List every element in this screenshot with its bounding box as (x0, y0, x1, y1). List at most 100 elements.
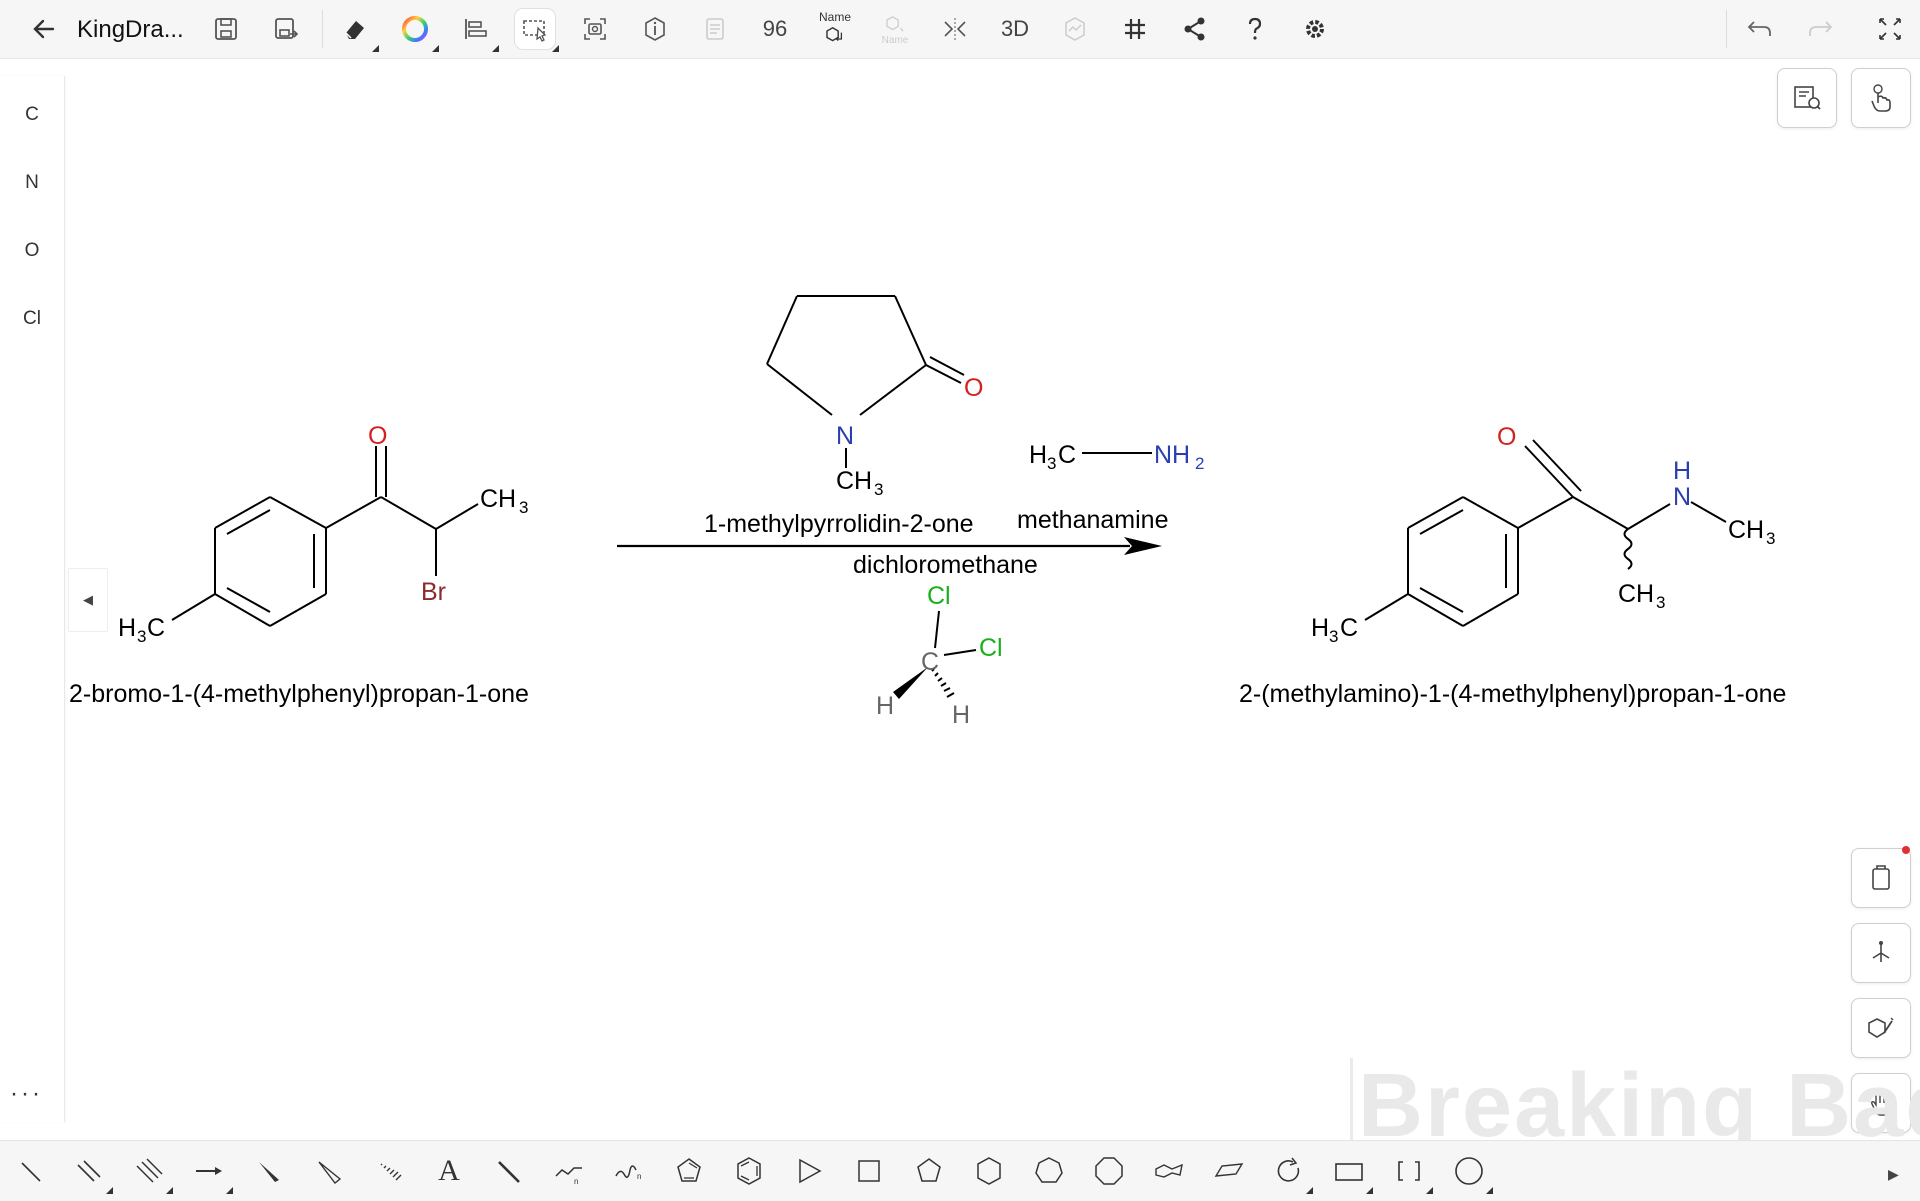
octagon-tool[interactable] (1089, 1151, 1129, 1191)
hexagon-tool[interactable] (969, 1151, 1009, 1191)
nmp-nitrogen: N (836, 422, 854, 450)
svg-text:n: n (574, 1177, 578, 1186)
product-ch3-sub: 3 (1656, 593, 1665, 612)
product-oxygen: O (1497, 423, 1516, 451)
drawing-canvas[interactable]: O Br CH 3 H 3 C 2-bromo-1-(4-methylpheny… (0, 0, 1920, 1200)
amine-name: methanamine (1017, 506, 1168, 534)
fragment-icon (1872, 941, 1890, 962)
double-bond-tool[interactable] (69, 1151, 113, 1194)
chair-conformation-icon (1155, 1163, 1183, 1178)
touch-mode-button[interactable] (1851, 68, 1911, 128)
amine-h3c-h: H (1029, 441, 1047, 469)
reactant-h3c-sub: 3 (137, 627, 146, 646)
product-name: 2-(methylamino)-1-(4-methylphenyl)propan… (1239, 680, 1786, 708)
amine-h3c-c: C (1058, 441, 1076, 469)
chain-tool[interactable]: n (549, 1151, 589, 1191)
bold-bond-tool[interactable] (489, 1151, 529, 1191)
product-nch3-sub: 3 (1766, 529, 1775, 548)
hash-bond-tool[interactable] (369, 1151, 409, 1191)
pentagon-icon (917, 1158, 941, 1182)
triple-bond-icon (136, 1158, 163, 1183)
single-bond-tool[interactable] (11, 1151, 51, 1191)
bottom-toolbar: A n n (0, 1140, 1920, 1201)
product-structure (1364, 439, 1727, 627)
hollow-wedge-icon (318, 1161, 342, 1184)
nmp-ch3-sub: 3 (874, 480, 883, 499)
reactant-bromine: Br (421, 578, 446, 606)
product-nch3-ch: CH (1728, 516, 1764, 544)
triple-bond-tool[interactable] (129, 1151, 173, 1194)
library-search-button[interactable] (1777, 68, 1837, 128)
octagon-icon (1095, 1157, 1123, 1185)
square-tool[interactable] (849, 1151, 889, 1191)
rectangle-icon (1335, 1163, 1363, 1181)
text-a-icon: A (438, 1154, 460, 1187)
benzene-tool[interactable] (729, 1151, 769, 1191)
curve-icon: n (615, 1165, 641, 1181)
dcm-carbon: C (921, 648, 939, 676)
nmp-oxygen: O (964, 374, 983, 402)
dcm-structure (934, 610, 977, 656)
chair-tool[interactable] (1149, 1151, 1189, 1191)
hash-bond-icon (380, 1163, 402, 1181)
nmp-name: 1-methylpyrrolidin-2-one (704, 510, 974, 538)
text-tool[interactable]: A (429, 1151, 469, 1191)
reactant-oxygen: O (368, 422, 387, 450)
ring-tool-button[interactable] (1851, 998, 1911, 1058)
amine-h3c-sub: 3 (1047, 454, 1056, 473)
cyclopentadiene-tool[interactable] (669, 1151, 709, 1191)
reactant-h3c-c: C (147, 614, 165, 642)
pentagon-tool[interactable] (909, 1151, 949, 1191)
arrow-tool[interactable] (189, 1151, 233, 1194)
solvent-name: dichloromethane (853, 551, 1038, 579)
product-amine-h: H (1673, 457, 1691, 485)
rotate-tool[interactable] (1269, 1151, 1313, 1194)
nmp-structure (766, 295, 965, 468)
reactant-name: 2-bromo-1-(4-methylphenyl)propan-1-one (69, 680, 529, 708)
bracket-tool[interactable] (1389, 1151, 1433, 1194)
hexagon-pencil-icon (1868, 1017, 1894, 1038)
product-h3c-h: H (1311, 614, 1329, 642)
product-nitrogen: N (1673, 483, 1691, 511)
heptagon-tool[interactable] (1029, 1151, 1069, 1191)
reactant-h3c-h: H (118, 614, 136, 642)
product-h3c-sub: 3 (1329, 627, 1338, 646)
arrow-icon (196, 1167, 222, 1175)
dcm-hydrogen-right: H (952, 701, 970, 729)
boat-tool[interactable] (1209, 1151, 1249, 1191)
rectangle-tool[interactable] (1329, 1151, 1373, 1194)
amine-nh: NH (1154, 441, 1190, 469)
hexagon-icon (977, 1157, 1001, 1185)
book-search-icon (1794, 86, 1821, 110)
double-bond-icon (77, 1160, 101, 1182)
functional-group-button[interactable] (1851, 923, 1911, 983)
product-ch3-ch: CH (1618, 580, 1654, 608)
scroll-right-icon[interactable]: ▶ (1888, 1166, 1899, 1183)
wedge-bond-tool[interactable] (249, 1151, 289, 1191)
chain-icon: n (555, 1167, 582, 1186)
template-panel-button[interactable] (1851, 848, 1911, 908)
product-h3c-c: C (1340, 614, 1358, 642)
triangle-tool[interactable] (789, 1151, 829, 1191)
bracket-icon (1398, 1161, 1420, 1181)
curve-tool[interactable]: n (609, 1151, 649, 1191)
circle-tool[interactable] (1449, 1151, 1493, 1194)
heptagon-icon (1035, 1157, 1063, 1183)
circle-icon (1455, 1157, 1483, 1185)
hollow-wedge-tool[interactable] (309, 1151, 349, 1191)
notification-dot (1902, 846, 1910, 854)
wedge-bond-icon (259, 1162, 279, 1182)
hand-pointer-icon (1871, 84, 1891, 112)
clipboard-icon (1872, 865, 1890, 890)
dcm-hydrogen-left: H (876, 692, 894, 720)
bold-bond-icon (498, 1161, 520, 1183)
dcm-chlorine-top: Cl (927, 582, 951, 610)
amine-nh2-sub: 2 (1195, 454, 1204, 473)
single-bond-icon (21, 1162, 41, 1182)
watermark-bar (1350, 1058, 1353, 1148)
dcm-chlorine-right: Cl (979, 634, 1003, 662)
rotate-icon (1277, 1157, 1300, 1182)
parallelogram-icon (1214, 1163, 1244, 1177)
square-icon (858, 1160, 880, 1182)
reactant-ch3-ch: CH (480, 485, 516, 513)
